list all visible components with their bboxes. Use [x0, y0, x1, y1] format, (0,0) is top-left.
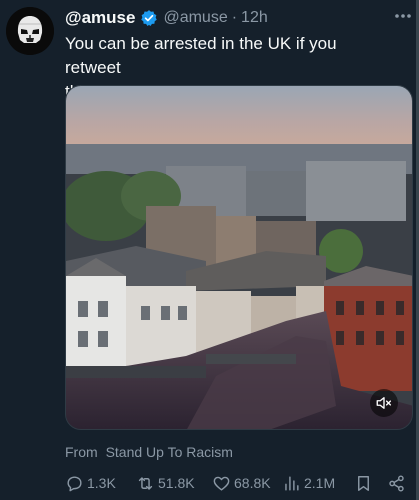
author-name[interactable]: @amuse: [65, 8, 135, 28]
share-button[interactable]: [387, 470, 409, 496]
heart-icon: [213, 476, 230, 491]
bookmark-icon: [358, 475, 369, 491]
repost-button[interactable]: 51.8K: [136, 470, 195, 496]
like-button[interactable]: 68.8K: [212, 470, 271, 496]
share-icon: [389, 475, 404, 491]
reply-count: 1.3K: [87, 475, 116, 491]
reply-icon: [67, 475, 82, 491]
timestamp[interactable]: 12h: [241, 9, 268, 27]
source-link[interactable]: Stand Up To Racism: [106, 444, 233, 460]
crowd-street-video-frame: [66, 86, 412, 429]
views-chart-icon: [285, 475, 299, 491]
avatar[interactable]: [6, 7, 54, 55]
video-player[interactable]: [65, 85, 413, 430]
author-handle[interactable]: @amuse: [163, 9, 227, 27]
stormtrooper-avatar-icon: [6, 7, 54, 55]
source-prefix: From: [65, 444, 98, 460]
speaker-muted-icon: [376, 397, 392, 409]
views-count: 2.1M: [304, 475, 336, 491]
reply-button[interactable]: 1.3K: [65, 470, 116, 496]
verified-badge-icon: [140, 9, 158, 27]
repost-count: 51.8K: [158, 475, 195, 491]
like-count: 68.8K: [234, 475, 271, 491]
separator-dot: ·: [231, 9, 238, 26]
mute-button[interactable]: [370, 389, 398, 417]
tweet-header: @amuse @amuse · 12h: [65, 6, 268, 30]
action-bar: 1.3K 51.8K 68.8K 2.1M: [65, 470, 413, 496]
tweet-text-line: You can be arrested in the UK if you ret…: [65, 34, 337, 77]
more-options-icon[interactable]: [393, 6, 413, 26]
views-button[interactable]: 2.1M: [282, 470, 335, 496]
video-source: From Stand Up To Racism: [65, 444, 233, 460]
repost-icon: [138, 476, 153, 490]
bookmark-button[interactable]: [354, 470, 376, 496]
